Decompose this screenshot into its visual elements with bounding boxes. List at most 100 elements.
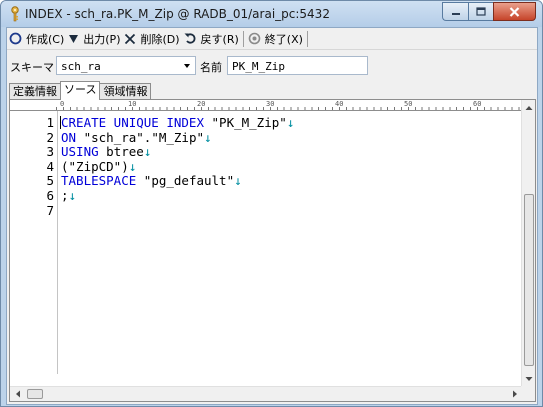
arrow-up-icon: [525, 105, 533, 110]
code-line[interactable]: 6 ;↓: [10, 188, 522, 203]
ruler-label: 60: [473, 100, 482, 108]
tab-bar: 定義情報 ソース 領域情報: [9, 81, 152, 100]
scroll-left-button[interactable]: [10, 387, 25, 401]
tab-label: 定義情報: [13, 85, 57, 98]
sql-text: ("ZipCD"): [61, 158, 129, 174]
line-break-marker: ↓: [143, 144, 152, 160]
line-number: 6: [46, 187, 54, 203]
code-line[interactable]: 1 CREATE UNIQUE INDEX "PK_M_Zip"↓: [10, 115, 522, 130]
revert-button[interactable]: 戻す(R): [182, 29, 241, 49]
sql-text: "pg_default": [136, 173, 235, 189]
sql-text: btree: [98, 144, 144, 160]
scroll-right-button[interactable]: [507, 387, 522, 401]
delete-label: 削除(D): [140, 32, 180, 46]
window-controls: [442, 2, 536, 21]
scroll-up-button[interactable]: [522, 100, 536, 115]
line-break-marker: ↓: [286, 115, 295, 130]
code-text: TABLESPACE "pg_default"↓: [61, 173, 242, 188]
arrow-down-icon: [525, 376, 533, 381]
code-text: CREATE UNIQUE INDEX "PK_M_Zip"↓: [61, 115, 294, 130]
line-number: 4: [46, 158, 54, 174]
sql-text: "sch_ra"."M_Zip": [76, 129, 204, 145]
code-line[interactable]: 5 TABLESPACE "pg_default"↓: [10, 173, 522, 188]
name-value: PK_M_Zip: [232, 60, 285, 73]
line-break-marker: ↓: [128, 158, 137, 174]
ruler-label: 40: [335, 100, 344, 108]
horizontal-scrollbar[interactable]: [10, 386, 522, 401]
line-break-marker: ↓: [68, 187, 77, 203]
name-label: 名前: [200, 61, 222, 74]
create-button[interactable]: 作成(C): [7, 29, 66, 49]
tab-definition[interactable]: 定義情報: [9, 83, 61, 100]
tab-label: 領域情報: [103, 85, 148, 98]
line-number: 3: [46, 144, 54, 160]
schema-value: sch_ra: [61, 60, 101, 73]
scrollbar-corner: [521, 386, 535, 401]
sql-text: ;: [61, 187, 69, 203]
revert-label: 戻す(R): [200, 32, 239, 46]
ruler-divider: [10, 110, 522, 111]
arrow-right-icon: [512, 390, 517, 398]
triangle-down-icon: [69, 35, 79, 43]
schema-label: スキーマ: [10, 61, 54, 74]
horizontal-scroll-thumb[interactable]: [27, 389, 43, 399]
ruler-label: 30: [266, 100, 275, 108]
exit-label: 終了(X): [264, 32, 303, 46]
sql-keyword: TABLESPACE: [61, 173, 137, 189]
column-ruler: 0 10 20 30 40 50 60: [10, 100, 522, 111]
name-field[interactable]: PK_M_Zip: [227, 56, 368, 75]
code-line[interactable]: 3 USING btree↓: [10, 144, 522, 159]
create-label: 作成(C): [26, 32, 65, 46]
line-number: 2: [46, 129, 54, 145]
schema-select[interactable]: sch_ra: [56, 56, 196, 75]
exit-icon: [248, 32, 261, 45]
output-label: 出力(P): [83, 32, 121, 46]
tab-label: ソース: [64, 83, 97, 96]
exit-button[interactable]: 終了(X): [246, 29, 305, 49]
window-title: INDEX - sch_ra.PK_M_Zip @ RADB_01/arai_p…: [25, 7, 330, 21]
ruler-label: 10: [128, 100, 137, 108]
vertical-scrollbar[interactable]: [521, 100, 535, 386]
code-area[interactable]: 1 CREATE UNIQUE INDEX "PK_M_Zip"↓ 2 ON "sch…: [10, 115, 522, 218]
arrow-left-icon: [15, 390, 20, 398]
index-window: INDEX - sch_ra.PK_M_Zip @ RADB_01/arai_p…: [0, 0, 543, 407]
chevron-down-icon: [184, 64, 190, 68]
minimize-button[interactable]: [442, 2, 468, 21]
circle-icon: [9, 32, 22, 45]
vertical-scroll-thumb[interactable]: [524, 194, 534, 366]
code-text: USING btree↓: [61, 144, 151, 159]
sql-keyword: CREATE UNIQUE INDEX: [61, 115, 204, 130]
tab-tablespace[interactable]: 領域情報: [99, 83, 152, 100]
code-text: ON "sch_ra"."M_Zip"↓: [61, 130, 212, 145]
toolbar: 作成(C) 出力(P) 削除(D) 戻す(R) 終了(X): [7, 28, 537, 50]
scroll-down-button[interactable]: [522, 371, 536, 386]
delete-button[interactable]: 削除(D): [122, 29, 181, 49]
code-text: ;↓: [61, 188, 76, 203]
sql-text: "PK_M_Zip": [204, 115, 287, 130]
sql-keyword: USING: [61, 144, 99, 160]
code-line[interactable]: 2 ON "sch_ra"."M_Zip"↓: [10, 130, 522, 145]
output-button[interactable]: 出力(P): [66, 29, 122, 49]
text-cursor: [60, 116, 61, 129]
sql-keyword: ON: [61, 129, 77, 145]
title-bar[interactable]: INDEX - sch_ra.PK_M_Zip @ RADB_01/arai_p…: [1, 1, 542, 27]
code-line[interactable]: 4 ("ZipCD")↓: [10, 159, 522, 174]
code-text: ("ZipCD")↓: [61, 159, 136, 174]
toolbar-separator: [242, 30, 244, 47]
ruler-label: 50: [404, 100, 413, 108]
code-line[interactable]: 7: [10, 203, 522, 218]
line-break-marker: ↓: [234, 173, 242, 189]
undo-icon: [184, 33, 195, 44]
cross-icon: [125, 33, 136, 44]
source-editor[interactable]: 0 10 20 30 40 50 60 1 CREATE UNIQUE INDEX…: [9, 99, 536, 402]
line-number: 1: [46, 115, 54, 130]
maximize-button[interactable]: [468, 2, 493, 21]
close-icon: [509, 6, 520, 17]
tab-source[interactable]: ソース: [60, 81, 101, 100]
line-number: 5: [46, 173, 54, 189]
close-button[interactable]: [493, 2, 536, 21]
ruler-label: 20: [197, 100, 206, 108]
maximize-icon: [476, 7, 486, 16]
line-number: 7: [46, 202, 54, 218]
window-body: 作成(C) 出力(P) 削除(D) 戻す(R) 終了(X) スキーマ sch_r…: [6, 27, 538, 405]
